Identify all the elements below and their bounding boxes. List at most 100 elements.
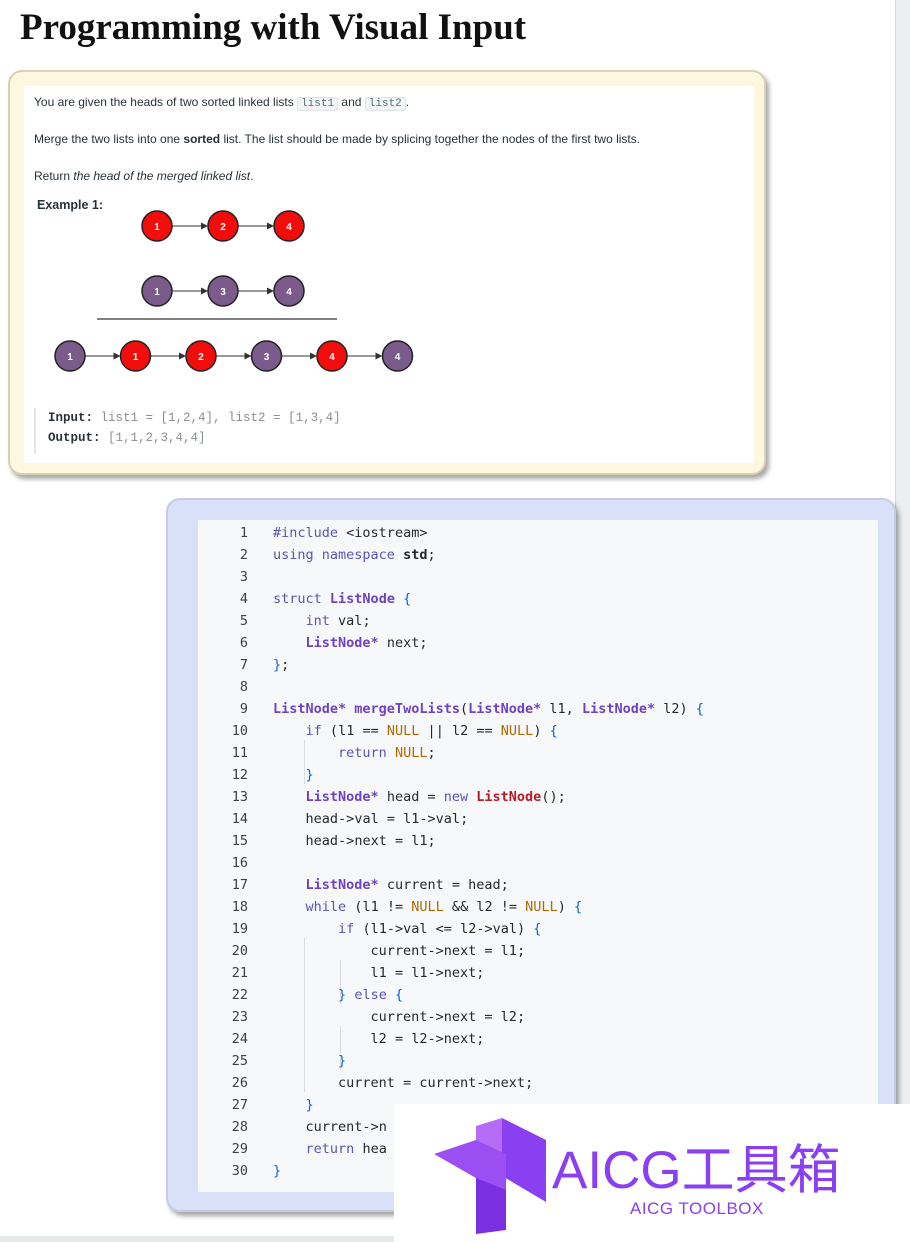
code-text: ListNode* current = head;: [305, 877, 509, 893]
line-number: 14: [231, 811, 248, 827]
code-text: int val;: [305, 613, 371, 629]
code-line: 10 if (l1 == NULL || l2 == NULL) {: [198, 720, 878, 742]
code-text: struct ListNode {: [273, 591, 412, 607]
line-number: 2: [239, 547, 248, 563]
merged-node-label: 4: [329, 352, 335, 363]
code-line: 16: [198, 852, 878, 874]
line-number: 8: [239, 679, 248, 695]
page-title: Programming with Visual Input: [20, 7, 527, 48]
code-line: 8: [198, 676, 878, 698]
code-text: return NULL;: [338, 745, 436, 761]
line-number: 16: [231, 855, 248, 871]
line-number: 24: [231, 1031, 248, 1047]
code-text: }: [273, 1163, 282, 1179]
line-number: 11: [231, 745, 248, 761]
aicg-logo-icon: [434, 1118, 546, 1234]
line-number: 13: [231, 789, 248, 805]
problem-card: You are given the heads of two sorted li…: [8, 70, 766, 475]
code-line: 3: [198, 566, 878, 588]
line-number: 1: [239, 525, 248, 541]
watermark-subtitle: AICG TOOLBOX: [630, 1199, 764, 1218]
code-line: 25 }: [198, 1050, 878, 1072]
code-line: 19 if (l1->val <= l2->val) {: [198, 918, 878, 940]
line-number: 7: [239, 657, 248, 673]
list1-node-label: 4: [286, 222, 292, 233]
code-text: #include <iostream>: [273, 525, 428, 541]
code-line: 26 current = current->next;: [198, 1072, 878, 1094]
output-value: [1,1,2,3,4,4]: [108, 431, 206, 445]
code-text: current->next = l2;: [370, 1009, 526, 1025]
merged-node-label: 1: [133, 352, 139, 363]
line-number: 23: [231, 1009, 248, 1025]
list2-node-label: 3: [220, 287, 226, 298]
code-line: 6 ListNode* next;: [198, 632, 878, 654]
code-line: 17 ListNode* current = head;: [198, 874, 878, 896]
list1-node-label: 1: [154, 222, 160, 233]
output-label: Output:: [48, 431, 101, 445]
code-line: 9 ListNode* mergeTwoLists(ListNode* l1, L…: [198, 698, 878, 720]
line-number: 12: [231, 767, 248, 783]
line-number: 21: [231, 965, 248, 981]
code-text: head->val = l1->val;: [305, 811, 469, 827]
code-text: }: [338, 1053, 347, 1069]
line-number: 20: [231, 943, 248, 959]
code-line: 20 current->next = l1;: [198, 940, 878, 962]
line-number: 30: [231, 1163, 248, 1179]
code-line: 21 l1 = l1->next;: [198, 962, 878, 984]
code-line: 13 ListNode* head = new ListNode();: [198, 786, 878, 808]
window-right-edge: [895, 0, 910, 1242]
list1-node-label: 2: [220, 222, 226, 233]
code-editor: 1 #include <iostream> 2 using namespace std…: [198, 520, 878, 1192]
line-number: 17: [231, 877, 248, 893]
code-line: 5 int val;: [198, 610, 878, 632]
code-line: 4 struct ListNode {: [198, 588, 878, 610]
code-line: 14 head->val = l1->val;: [198, 808, 878, 830]
output-line: Output: [1,1,2,3,4,4]: [48, 428, 428, 448]
linked-list-diagram: 1 2 4 1 3 4 1 1 2 3 4 4: [54, 210, 414, 372]
example-io: Input: list1 = [1,2,4], list2 = [1,3,4] …: [34, 408, 428, 454]
code-line: 2 using namespace std;: [198, 544, 878, 566]
code-text: return hea: [305, 1141, 387, 1157]
line-number: 15: [231, 833, 248, 849]
code-text: };: [273, 657, 290, 673]
code-text: l2 = l2->next;: [370, 1031, 485, 1047]
line-number: 29: [231, 1141, 248, 1157]
code-text: while (l1 != NULL && l2 != NULL) {: [305, 899, 583, 915]
line-number: 18: [231, 899, 248, 915]
watermark-title: AICG工具箱: [552, 1141, 841, 1200]
code-line: 12 }: [198, 764, 878, 786]
code-text: head->next = l1;: [305, 833, 436, 849]
code-line: 15 head->next = l1;: [198, 830, 878, 852]
code-text: } else {: [338, 987, 404, 1003]
code-text: current->n: [305, 1119, 387, 1135]
code-line: 23 current->next = l2;: [198, 1006, 878, 1028]
problem-statement: You are given the heads of two sorted li…: [24, 86, 754, 463]
line-number: 5: [239, 613, 248, 629]
line-number: 4: [239, 591, 248, 607]
line-number: 26: [231, 1075, 248, 1091]
aicg-toolbox-watermark: AICG工具箱 AICG TOOLBOX: [394, 1104, 910, 1242]
merged-node-label: 1: [67, 352, 73, 363]
merged-node-label: 3: [264, 352, 270, 363]
code-text: current = current->next;: [338, 1075, 534, 1091]
code-line: 7};: [198, 654, 878, 676]
code-text: current->next = l1;: [370, 943, 526, 959]
line-number: 27: [231, 1097, 248, 1113]
code-text: ListNode* head = new ListNode();: [305, 789, 566, 805]
code-line: 18 while (l1 != NULL && l2 != NULL) {: [198, 896, 878, 918]
line-number: 10: [231, 723, 248, 739]
code-text: ListNode* next;: [305, 635, 428, 651]
list2-node-label: 1: [154, 287, 160, 298]
list2-node-label: 4: [286, 287, 292, 298]
input-value: list1 = [1,2,4], list2 = [1,3,4]: [100, 411, 341, 425]
line-number: 6: [239, 635, 248, 651]
code-text: ListNode* mergeTwoLists(ListNode* l1, Li…: [273, 701, 704, 717]
code-text: }: [305, 767, 314, 783]
code-text: }: [305, 1097, 314, 1113]
code-line: 24 l2 = l2->next;: [198, 1028, 878, 1050]
line-number: 3: [239, 569, 248, 585]
code-text: l1 = l1->next;: [370, 965, 485, 981]
input-line: Input: list1 = [1,2,4], list2 = [1,3,4]: [48, 408, 428, 428]
code-line: 1 #include <iostream>: [198, 522, 878, 544]
line-number: 9: [239, 701, 248, 717]
